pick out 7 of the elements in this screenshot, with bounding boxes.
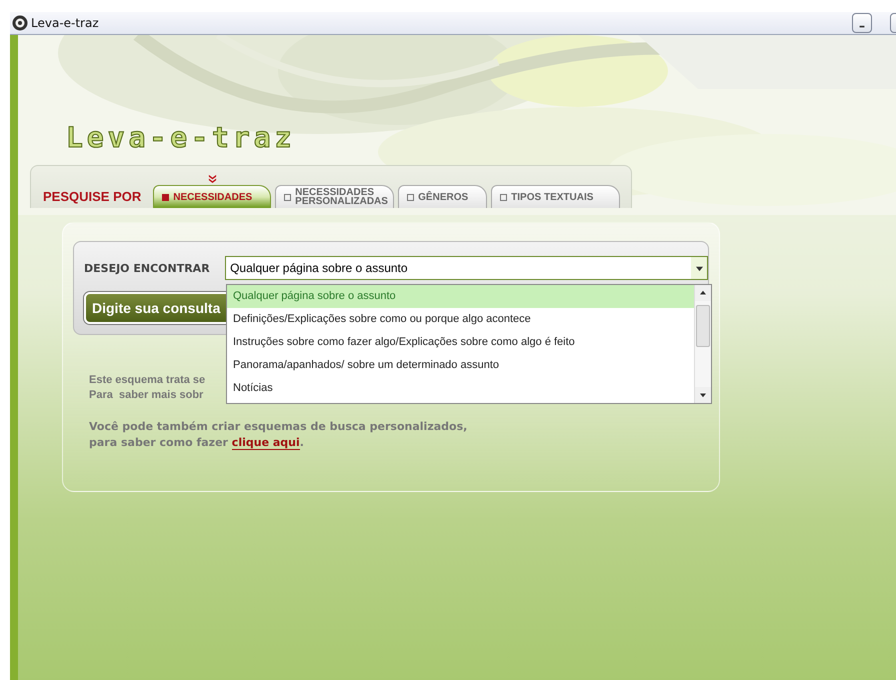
logo: Leva-e-traz <box>66 121 296 155</box>
info-text: Para saber mais sobr <box>89 388 204 403</box>
search-by-label: PESQUISE POR <box>42 189 142 206</box>
window-title: Leva-e-traz <box>31 16 99 30</box>
info-text: Este esquema trata se <box>89 373 206 388</box>
note-text: Você pode também criar esquemas de busca personalizados, para saber como fazer clique aqui. <box>89 419 468 451</box>
field-label: DESEJO ENCONTRAR <box>84 262 211 274</box>
